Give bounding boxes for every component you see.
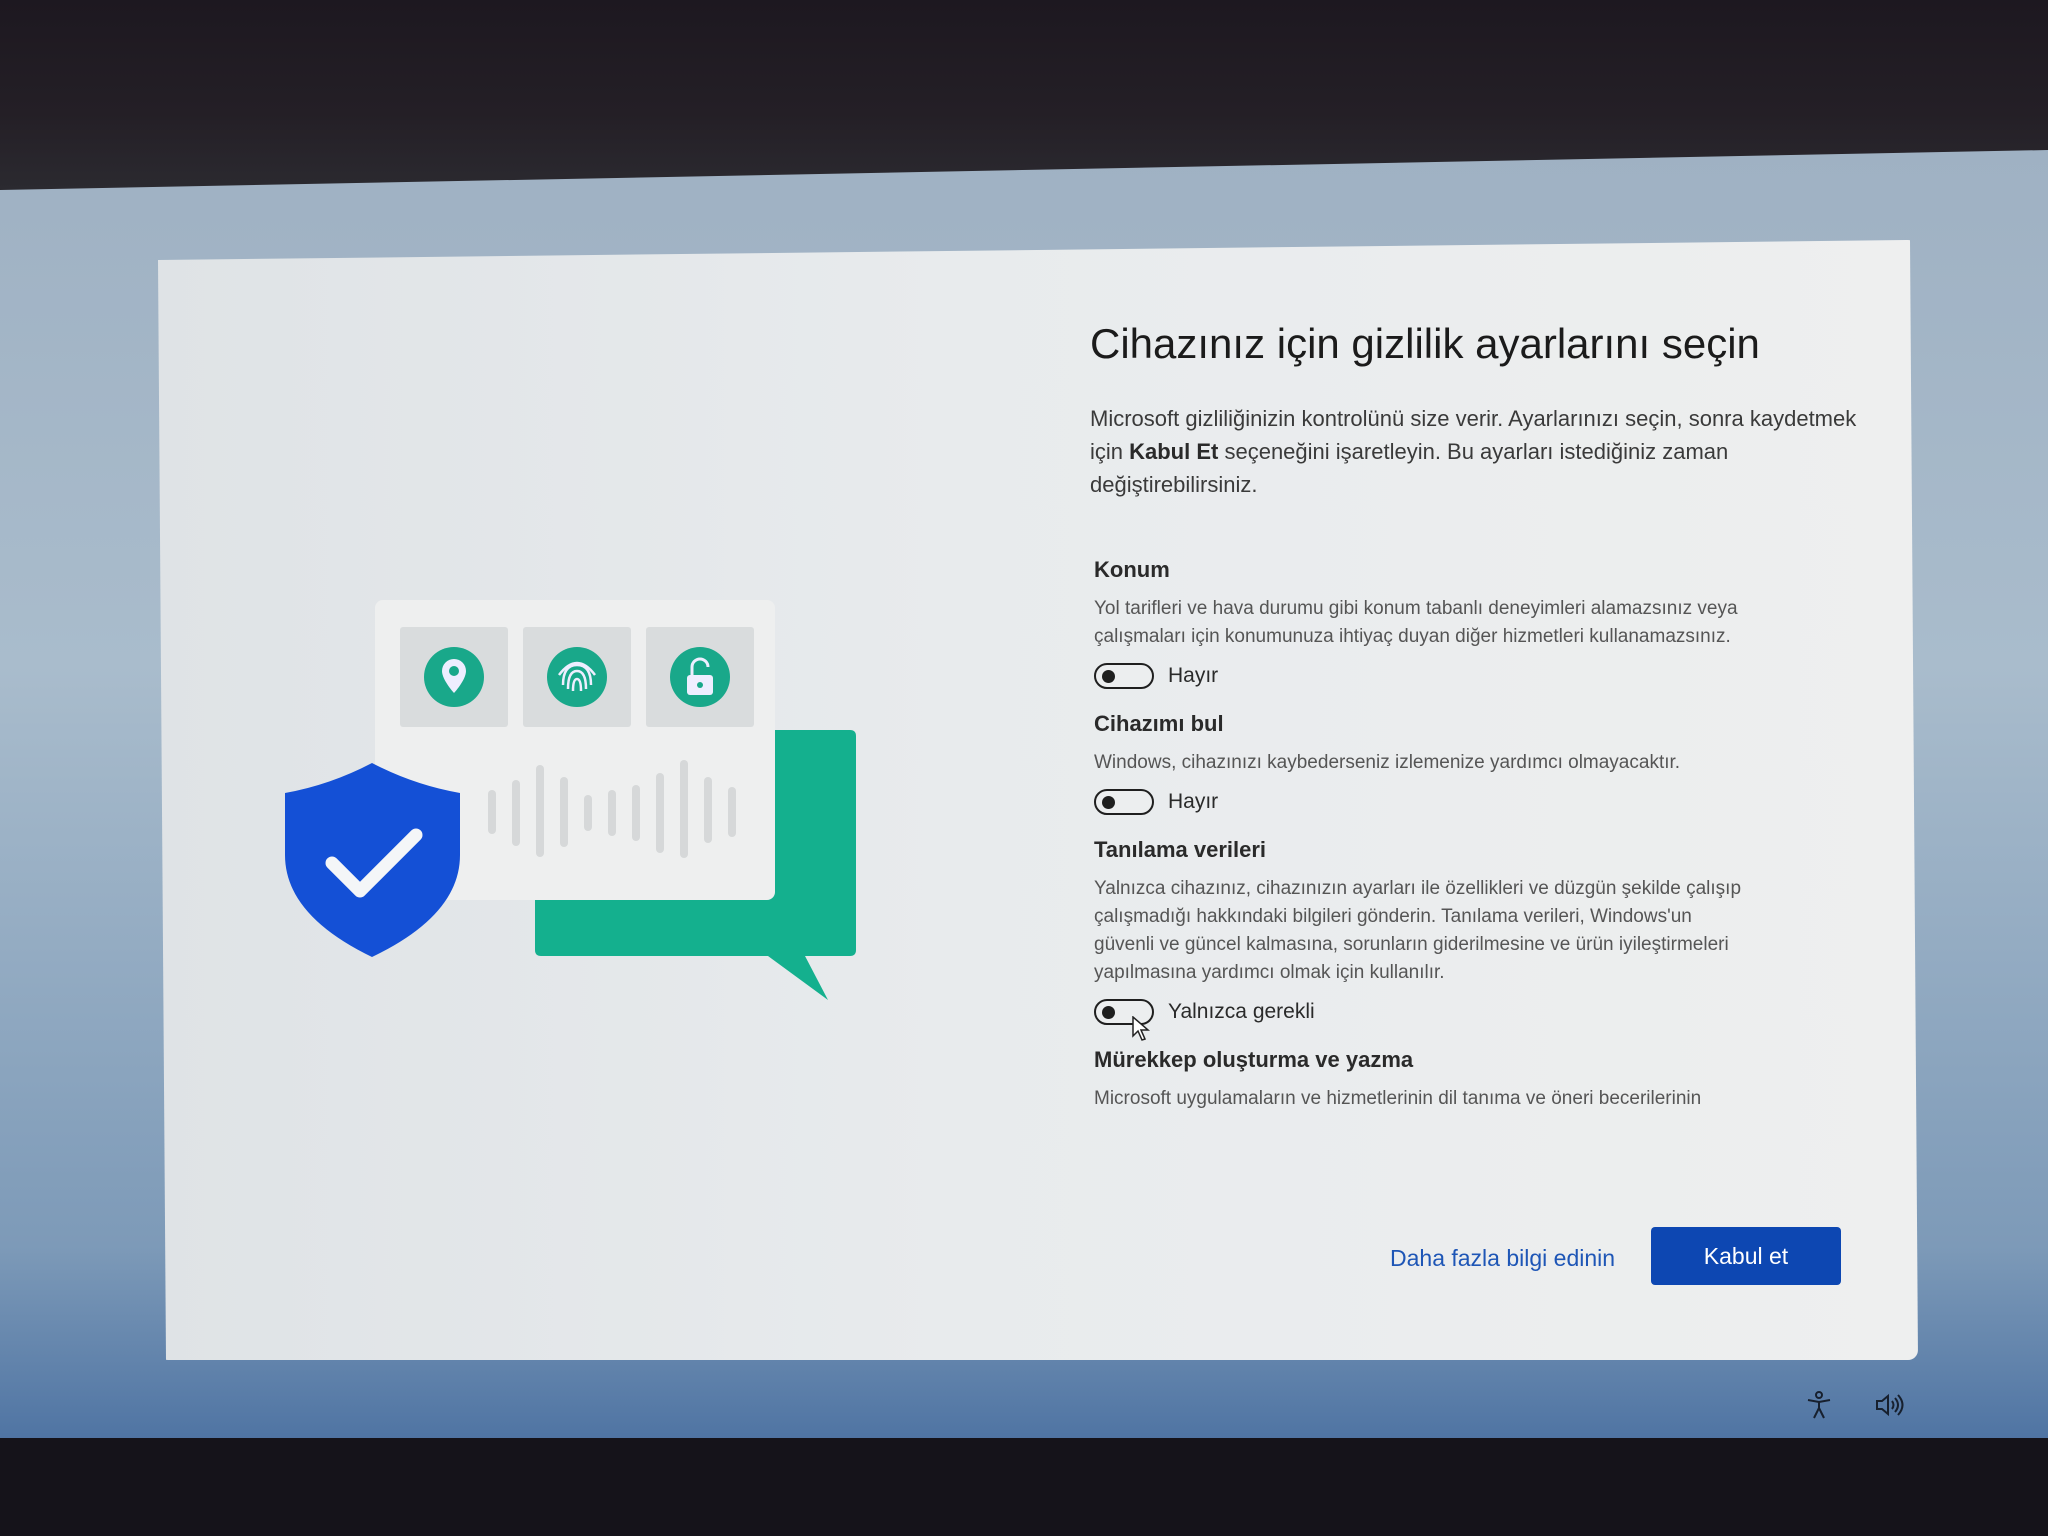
accessibility-icon[interactable] <box>1802 1388 1836 1422</box>
toggle-label: Hayır <box>1168 790 1219 813</box>
fingerprint-icon <box>547 647 607 707</box>
privacy-illustration <box>285 600 856 1000</box>
toggle-label: Yalnızca gerekli <box>1168 1000 1315 1023</box>
setting-title: Tanılama verileri <box>1094 837 1267 862</box>
toggle-label: Hayır <box>1168 664 1219 687</box>
learn-more-link[interactable]: Daha fazla bilgi edinin <box>1390 1245 1615 1272</box>
setting-title: Konum <box>1094 557 1170 582</box>
setting-find-my-device: Cihazımı bul Windows, cihazınızı kaybede… <box>1090 711 1870 815</box>
setting-description: Windows, cihazınızı kaybederseniz izleme… <box>1094 752 1681 773</box>
accept-button[interactable]: Kabul et <box>1651 1227 1841 1285</box>
volume-icon[interactable] <box>1872 1388 1906 1422</box>
setting-title: Cihazımı bul <box>1094 711 1224 736</box>
location-icon <box>424 647 484 707</box>
lock-icon <box>670 647 730 707</box>
mouse-cursor-icon <box>1132 1016 1150 1041</box>
setting-description: Microsoft uygulamaların ve hizmetlerinin… <box>1094 1088 1702 1109</box>
setting-description: Yalnızca cihazınız, cihazınızın ayarları… <box>1094 878 1742 983</box>
setting-description: Yol tarifleri ve hava durumu gibi konum … <box>1094 598 1738 647</box>
monitor-bezel-bottom <box>0 1438 2048 1536</box>
shield-check-icon <box>285 763 460 957</box>
setting-location: Konum Yol tarifleri ve hava durumu gibi … <box>1090 557 1870 689</box>
setting-title: Mürekkep oluşturma ve yazma <box>1094 1047 1414 1072</box>
setting-inking-typing: Mürekkep oluşturma ve yazma Microsoft uy… <box>1090 1047 1870 1113</box>
find-my-device-toggle[interactable] <box>1094 789 1154 815</box>
setting-diagnostic-data: Tanılama verileri Yalnızca cihazınız, ci… <box>1090 837 1870 1025</box>
page-title: Cihazınız için gizlilik ayarlarını seçin <box>1090 320 1760 367</box>
intro-bold: Kabul Et <box>1129 439 1219 464</box>
privacy-settings-content: Cihazınız için gizlilik ayarlarını seçin… <box>1090 320 1870 1125</box>
intro-text: Microsoft gizliliğinizin kontrolünü size… <box>1090 406 1857 497</box>
location-toggle[interactable] <box>1094 663 1154 689</box>
